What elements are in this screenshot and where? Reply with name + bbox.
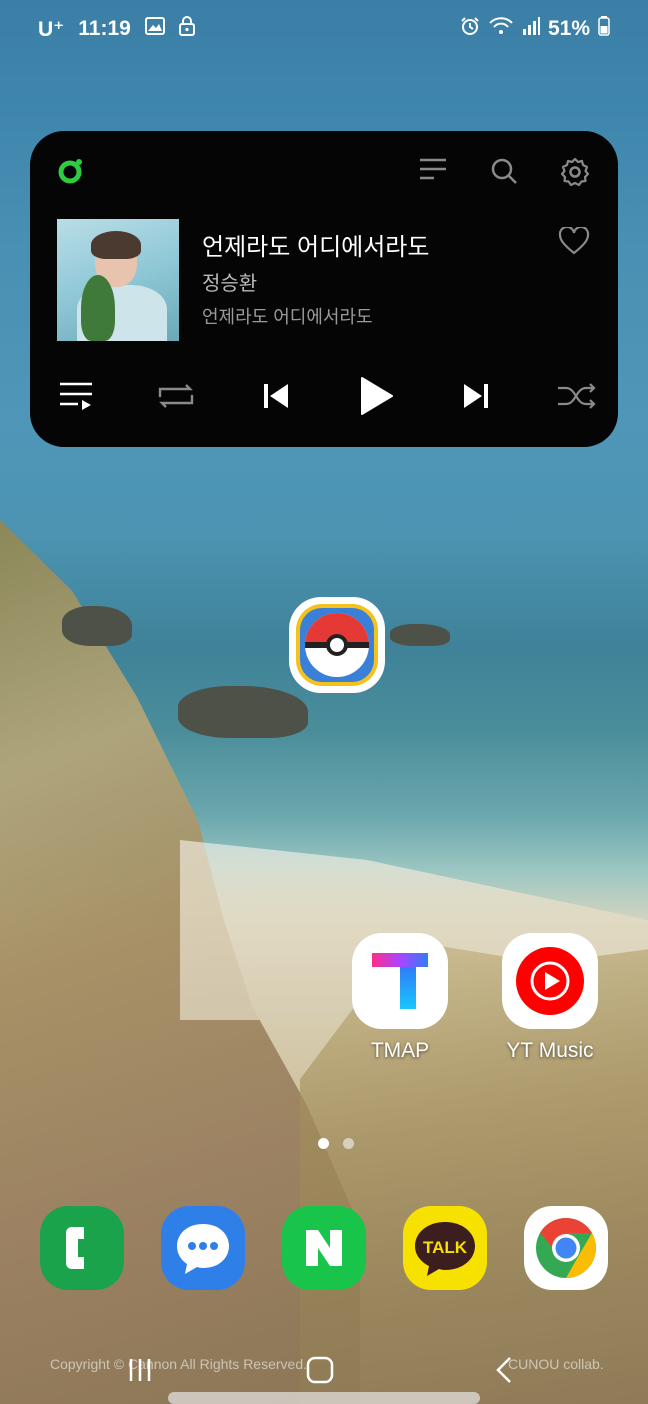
naver-icon[interactable] <box>282 1206 366 1290</box>
gesture-handle[interactable] <box>168 1392 480 1404</box>
app-label: TMAP <box>370 1039 430 1062</box>
repeat-icon[interactable] <box>156 376 196 416</box>
kakaotalk-logo-text: TALK <box>423 1238 468 1257</box>
home-icon[interactable] <box>300 1350 340 1390</box>
menu-icon[interactable] <box>418 157 448 192</box>
chrome-icon[interactable] <box>524 1206 608 1290</box>
page-dot <box>343 1138 354 1149</box>
next-icon[interactable] <box>456 376 496 416</box>
phone-icon[interactable] <box>40 1206 124 1290</box>
song-title: 언제라도 어디에서라도 <box>202 234 430 261</box>
shuffle-icon[interactable] <box>556 376 596 416</box>
recent-apps-icon[interactable] <box>120 1350 160 1390</box>
album-art[interactable] <box>57 219 179 341</box>
album-name: 언제라도 어디에서라도 <box>202 307 373 327</box>
app-yt-music[interactable]: YT Music <box>502 933 598 1063</box>
melon-logo-icon[interactable] <box>58 157 86 190</box>
battery-label: 51% <box>547 17 590 40</box>
gallery-icon <box>144 17 165 41</box>
page-indicator <box>318 1138 354 1149</box>
play-icon[interactable] <box>356 376 396 416</box>
artist-name: 정승환 <box>202 273 258 295</box>
status-bar: U⁺ 11:19 51% <box>0 0 648 58</box>
battery-icon <box>598 16 610 42</box>
music-widget[interactable]: 언제라도 어디에서라도 정승환 언제라도 어디에서라도 <box>30 131 618 447</box>
page-dot-active <box>318 1138 329 1149</box>
pokemon-go-icon[interactable] <box>289 597 385 693</box>
alarm-icon <box>460 16 480 42</box>
tmap-icon[interactable] <box>352 933 448 1029</box>
back-icon[interactable] <box>484 1350 524 1390</box>
yt-music-icon[interactable] <box>502 933 598 1029</box>
heart-icon[interactable] <box>558 225 590 260</box>
settings-icon[interactable] <box>560 157 590 192</box>
wifi-icon <box>488 16 514 42</box>
album-art-plant <box>81 275 115 341</box>
app-label: YT Music <box>506 1039 594 1062</box>
app-tmap[interactable]: TMAP <box>352 933 448 1063</box>
carrier-label: U⁺ <box>38 17 65 41</box>
app-pokemon-go[interactable] <box>289 597 385 703</box>
kakaotalk-icon[interactable]: TALK <box>403 1206 487 1290</box>
messages-icon[interactable] <box>161 1206 245 1290</box>
lock-icon <box>178 16 195 42</box>
album-art-hair <box>91 231 141 259</box>
playlist-icon[interactable] <box>56 376 96 416</box>
clock: 11:19 <box>78 17 131 40</box>
wallpaper-rock <box>62 606 132 646</box>
wallpaper-watermark-left: Copyright © Cannon All Rights Reserved. <box>50 1356 307 1372</box>
signal-icon <box>522 17 540 41</box>
search-icon[interactable] <box>490 157 518 192</box>
previous-icon[interactable] <box>256 376 296 416</box>
wallpaper-rock <box>390 624 450 646</box>
